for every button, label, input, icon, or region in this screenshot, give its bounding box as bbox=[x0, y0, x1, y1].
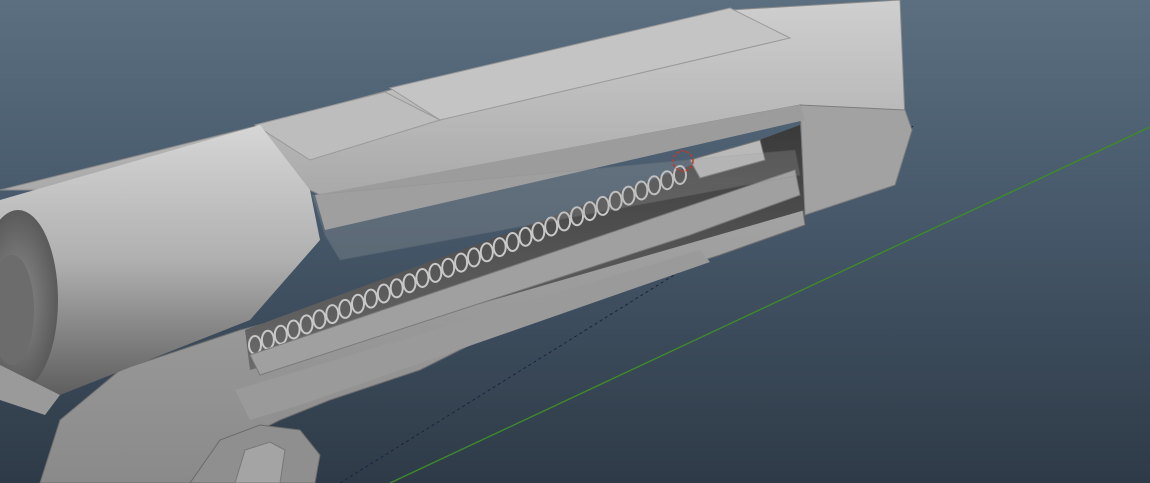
3d-viewport[interactable] bbox=[0, 0, 1150, 483]
pistol-model[interactable] bbox=[0, 0, 913, 483]
viewport-canvas[interactable] bbox=[0, 0, 1150, 483]
slide-front-block[interactable] bbox=[799, 104, 913, 216]
